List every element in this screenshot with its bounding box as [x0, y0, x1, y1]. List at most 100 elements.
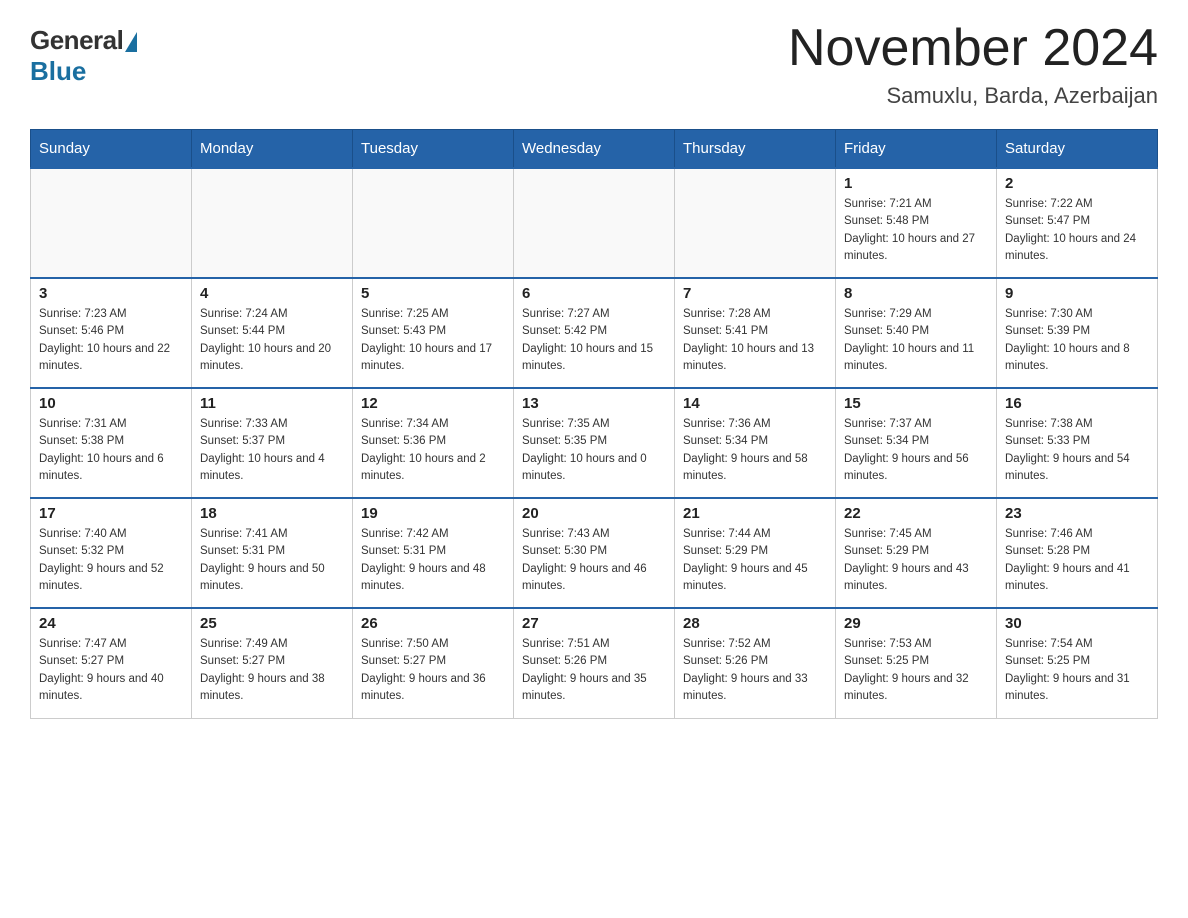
calendar-cell: 12Sunrise: 7:34 AM Sunset: 5:36 PM Dayli… — [353, 388, 514, 498]
day-number: 2 — [1005, 175, 1149, 192]
day-number: 14 — [683, 395, 827, 412]
day-info: Sunrise: 7:52 AM Sunset: 5:26 PM Dayligh… — [683, 636, 827, 705]
calendar-cell: 5Sunrise: 7:25 AM Sunset: 5:43 PM Daylig… — [353, 278, 514, 388]
day-number: 6 — [522, 285, 666, 302]
day-number: 10 — [39, 395, 183, 412]
weekday-header-sunday: Sunday — [31, 130, 192, 169]
day-info: Sunrise: 7:49 AM Sunset: 5:27 PM Dayligh… — [200, 636, 344, 705]
day-number: 7 — [683, 285, 827, 302]
day-info: Sunrise: 7:53 AM Sunset: 5:25 PM Dayligh… — [844, 636, 988, 705]
day-number: 28 — [683, 615, 827, 632]
calendar-cell: 3Sunrise: 7:23 AM Sunset: 5:46 PM Daylig… — [31, 278, 192, 388]
calendar-cell: 14 Sunrise: 7:36 AM Sunset: 5:34 PM Dayli… — [675, 388, 836, 498]
calendar-cell: 2Sunrise: 7:22 AM Sunset: 5:47 PM Daylig… — [997, 168, 1158, 278]
day-info: Sunrise: 7:50 AM Sunset: 5:27 PM Dayligh… — [361, 636, 505, 705]
calendar-cell: 4 Sunrise: 7:24 AM Sunset: 5:44 PM Daylig… — [192, 278, 353, 388]
day-info: Sunrise: 7:38 AM Sunset: 5:33 PM Dayligh… — [1005, 416, 1149, 485]
calendar-title: November 2024 — [788, 20, 1158, 77]
weekday-header-wednesday: Wednesday — [514, 130, 675, 169]
calendar-cell: 18 Sunrise: 7:41 AM Sunset: 5:31 PM Dayli… — [192, 498, 353, 608]
day-number: 19 — [361, 505, 505, 522]
week-row-1: 1 Sunrise: 7:21 AM Sunset: 5:48 PM Daylig… — [31, 168, 1158, 278]
weekday-header-friday: Friday — [836, 130, 997, 169]
calendar-cell: 13 Sunrise: 7:35 AM Sunset: 5:35 PM Dayli… — [514, 388, 675, 498]
calendar-cell: 20Sunrise: 7:43 AM Sunset: 5:30 PM Dayli… — [514, 498, 675, 608]
calendar-cell: 24 Sunrise: 7:47 AM Sunset: 5:27 PM Dayli… — [31, 608, 192, 718]
day-number: 5 — [361, 285, 505, 302]
day-info: Sunrise: 7:47 AM Sunset: 5:27 PM Dayligh… — [39, 636, 183, 705]
day-number: 18 — [200, 505, 344, 522]
day-number: 30 — [1005, 615, 1149, 632]
day-number: 24 — [39, 615, 183, 632]
logo-general-label: General — [30, 25, 123, 56]
day-info: Sunrise: 7:43 AM Sunset: 5:30 PM Dayligh… — [522, 526, 666, 595]
weekday-header-monday: Monday — [192, 130, 353, 169]
day-info: Sunrise: 7:21 AM Sunset: 5:48 PM Dayligh… — [844, 196, 988, 265]
day-number: 21 — [683, 505, 827, 522]
logo-general-text: General — [30, 25, 137, 56]
calendar-subtitle: Samuxlu, Barda, Azerbaijan — [788, 83, 1158, 109]
calendar-cell: 26 Sunrise: 7:50 AM Sunset: 5:27 PM Dayli… — [353, 608, 514, 718]
day-number: 29 — [844, 615, 988, 632]
calendar-cell — [675, 168, 836, 278]
calendar-cell: 27 Sunrise: 7:51 AM Sunset: 5:26 PM Dayli… — [514, 608, 675, 718]
day-number: 15 — [844, 395, 988, 412]
day-number: 13 — [522, 395, 666, 412]
calendar-cell: 1 Sunrise: 7:21 AM Sunset: 5:48 PM Daylig… — [836, 168, 997, 278]
day-info: Sunrise: 7:34 AM Sunset: 5:36 PM Dayligh… — [361, 416, 505, 485]
day-info: Sunrise: 7:42 AM Sunset: 5:31 PM Dayligh… — [361, 526, 505, 595]
title-block: November 2024 Samuxlu, Barda, Azerbaijan — [788, 20, 1158, 109]
calendar-cell: 7Sunrise: 7:28 AM Sunset: 5:41 PM Daylig… — [675, 278, 836, 388]
calendar-cell — [31, 168, 192, 278]
calendar-cell: 25Sunrise: 7:49 AM Sunset: 5:27 PM Dayli… — [192, 608, 353, 718]
page-header: General Blue November 2024 Samuxlu, Bard… — [30, 20, 1158, 109]
day-info: Sunrise: 7:46 AM Sunset: 5:28 PM Dayligh… — [1005, 526, 1149, 595]
calendar-table: SundayMondayTuesdayWednesdayThursdayFrid… — [30, 129, 1158, 719]
day-info: Sunrise: 7:54 AM Sunset: 5:25 PM Dayligh… — [1005, 636, 1149, 705]
day-info: Sunrise: 7:30 AM Sunset: 5:39 PM Dayligh… — [1005, 306, 1149, 375]
calendar-header-row: SundayMondayTuesdayWednesdayThursdayFrid… — [31, 130, 1158, 169]
calendar-cell: 23Sunrise: 7:46 AM Sunset: 5:28 PM Dayli… — [997, 498, 1158, 608]
day-info: Sunrise: 7:41 AM Sunset: 5:31 PM Dayligh… — [200, 526, 344, 595]
week-row-4: 17 Sunrise: 7:40 AM Sunset: 5:32 PM Dayli… — [31, 498, 1158, 608]
day-info: Sunrise: 7:40 AM Sunset: 5:32 PM Dayligh… — [39, 526, 183, 595]
day-info: Sunrise: 7:27 AM Sunset: 5:42 PM Dayligh… — [522, 306, 666, 375]
day-number: 3 — [39, 285, 183, 302]
day-number: 9 — [1005, 285, 1149, 302]
day-info: Sunrise: 7:51 AM Sunset: 5:26 PM Dayligh… — [522, 636, 666, 705]
logo-blue-text: Blue — [30, 56, 86, 87]
day-number: 4 — [200, 285, 344, 302]
day-number: 26 — [361, 615, 505, 632]
calendar-cell: 21 Sunrise: 7:44 AM Sunset: 5:29 PM Dayli… — [675, 498, 836, 608]
calendar-cell: 15 Sunrise: 7:37 AM Sunset: 5:34 PM Dayli… — [836, 388, 997, 498]
day-info: Sunrise: 7:35 AM Sunset: 5:35 PM Dayligh… — [522, 416, 666, 485]
day-number: 11 — [200, 395, 344, 412]
calendar-cell: 8Sunrise: 7:29 AM Sunset: 5:40 PM Daylig… — [836, 278, 997, 388]
calendar-cell: 17 Sunrise: 7:40 AM Sunset: 5:32 PM Dayli… — [31, 498, 192, 608]
day-number: 17 — [39, 505, 183, 522]
day-info: Sunrise: 7:33 AM Sunset: 5:37 PM Dayligh… — [200, 416, 344, 485]
day-info: Sunrise: 7:37 AM Sunset: 5:34 PM Dayligh… — [844, 416, 988, 485]
day-number: 27 — [522, 615, 666, 632]
logo-triangle-icon — [125, 32, 137, 52]
calendar-cell: 30 Sunrise: 7:54 AM Sunset: 5:25 PM Dayli… — [997, 608, 1158, 718]
week-row-5: 24 Sunrise: 7:47 AM Sunset: 5:27 PM Dayli… — [31, 608, 1158, 718]
calendar-cell: 6 Sunrise: 7:27 AM Sunset: 5:42 PM Daylig… — [514, 278, 675, 388]
day-number: 1 — [844, 175, 988, 192]
weekday-header-tuesday: Tuesday — [353, 130, 514, 169]
day-info: Sunrise: 7:31 AM Sunset: 5:38 PM Dayligh… — [39, 416, 183, 485]
calendar-cell: 16 Sunrise: 7:38 AM Sunset: 5:33 PM Dayli… — [997, 388, 1158, 498]
weekday-header-saturday: Saturday — [997, 130, 1158, 169]
day-info: Sunrise: 7:24 AM Sunset: 5:44 PM Dayligh… — [200, 306, 344, 375]
day-info: Sunrise: 7:44 AM Sunset: 5:29 PM Dayligh… — [683, 526, 827, 595]
calendar-cell: 11 Sunrise: 7:33 AM Sunset: 5:37 PM Dayli… — [192, 388, 353, 498]
day-number: 22 — [844, 505, 988, 522]
calendar-cell: 10 Sunrise: 7:31 AM Sunset: 5:38 PM Dayli… — [31, 388, 192, 498]
day-info: Sunrise: 7:36 AM Sunset: 5:34 PM Dayligh… — [683, 416, 827, 485]
calendar-cell — [514, 168, 675, 278]
calendar-cell: 28 Sunrise: 7:52 AM Sunset: 5:26 PM Dayli… — [675, 608, 836, 718]
day-number: 16 — [1005, 395, 1149, 412]
calendar-cell: 22 Sunrise: 7:45 AM Sunset: 5:29 PM Dayli… — [836, 498, 997, 608]
day-info: Sunrise: 7:45 AM Sunset: 5:29 PM Dayligh… — [844, 526, 988, 595]
calendar-cell — [192, 168, 353, 278]
